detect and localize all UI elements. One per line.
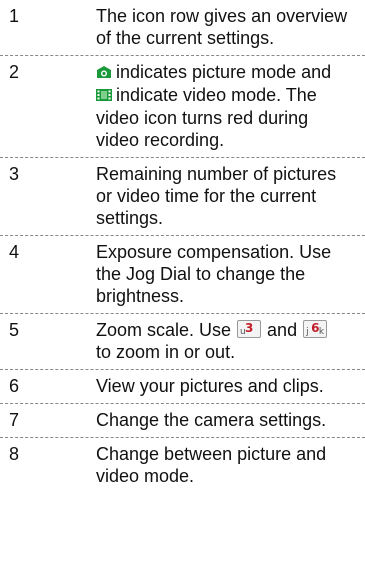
row-description: The icon row gives an overview of the cu… xyxy=(96,6,348,48)
row-number: 1 xyxy=(9,6,20,26)
row-number: 2 xyxy=(9,62,20,82)
row-number: 7 xyxy=(9,410,20,430)
picture-mode-text: indicates picture mode and xyxy=(116,62,332,82)
row-description: indicates picture mode and indicate vide… xyxy=(96,61,357,151)
row-number: 8 xyxy=(9,444,20,464)
row-description: Change between picture and video mode. xyxy=(96,444,327,486)
table-row: 6 View your pictures and clips. xyxy=(0,370,365,404)
help-table: 1 The icon row gives an overview of the … xyxy=(0,0,365,568)
camera-icon xyxy=(96,62,112,84)
zoom-text-and: and xyxy=(267,320,298,340)
table-row: 1 The icon row gives an overview of the … xyxy=(0,0,365,56)
table-row: 3 Remaining number of pictures or video … xyxy=(0,158,365,236)
row-description: Remaining number of pictures or video ti… xyxy=(96,164,337,228)
row-description: Zoom scale. Use 3 u and 6 j k to zoom in or ou… xyxy=(96,319,357,363)
key-6-icon: 6jk xyxy=(303,320,328,338)
row-number: 3 xyxy=(9,164,20,184)
row-number: 4 xyxy=(9,242,20,262)
video-icon xyxy=(96,85,112,107)
row-description: Change the camera settings. xyxy=(96,410,327,430)
row-description: View your pictures and clips. xyxy=(96,376,324,396)
table-row: 2 indicates picture mode and indicate vi… xyxy=(0,56,365,158)
row-number: 5 xyxy=(9,320,20,340)
zoom-text-start: Zoom scale. Use xyxy=(96,320,232,340)
video-mode-text: indicate video mode. The video icon turn… xyxy=(96,85,317,150)
table-row: 8 Change between picture and video mode. xyxy=(0,438,365,493)
key-3-icon: 3u xyxy=(237,320,262,338)
row-number: 6 xyxy=(9,376,20,396)
zoom-text-end: to zoom in or out. xyxy=(96,342,236,362)
table-row: 4 Exposure compensation. Use the Jog Dia… xyxy=(0,236,365,314)
table-row: 7 Change the camera settings. xyxy=(0,404,365,438)
table-row: 5 Zoom scale. Use 3 u and 6 j k to zoom in or … xyxy=(0,314,365,370)
row-description: Exposure compensation. Use the Jog Dial … xyxy=(96,242,332,306)
